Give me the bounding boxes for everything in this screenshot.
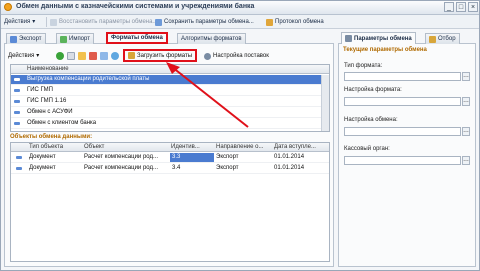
app-icon xyxy=(4,3,12,11)
col-header-object: Объект xyxy=(84,144,105,150)
object-type-cell: Документ xyxy=(29,165,56,171)
tab-exchange-params-label: Параметры обмена xyxy=(354,35,412,42)
save-icon xyxy=(155,18,162,26)
filter-icon[interactable] xyxy=(100,52,108,60)
filter-icon xyxy=(429,35,436,43)
object-type-cell: Документ xyxy=(29,154,56,160)
refresh-icon[interactable] xyxy=(111,52,119,60)
tab-export-label: Экспорт xyxy=(19,36,42,42)
object-name-cell: Расчет компенсации род... xyxy=(84,154,158,160)
formats-scrollbar[interactable] xyxy=(321,75,329,131)
tab-formats-label: Форматы обмена xyxy=(111,35,163,41)
left-actions-label: Действия xyxy=(8,53,35,59)
col-header-type: Тип объекта xyxy=(29,144,64,150)
object-id-cell: 3.4 xyxy=(172,165,181,171)
format-type-select-button[interactable]: … xyxy=(462,72,470,81)
toolbar-separator xyxy=(46,17,47,27)
tab-algorithms-label: Алгоритмы форматов xyxy=(181,36,242,42)
format-setting-select-button[interactable]: … xyxy=(462,97,470,106)
tab-export[interactable]: Экспорт xyxy=(6,33,46,44)
current-params-title: Текущие параметры обмена xyxy=(343,47,427,53)
chevron-down-icon: ▾ xyxy=(32,19,36,25)
restore-params-label: Восстановить параметры обмена... xyxy=(59,19,158,25)
protocol-button[interactable]: Протокол обмена xyxy=(266,17,324,27)
export-icon xyxy=(10,35,17,43)
load-icon xyxy=(128,52,135,59)
import-icon xyxy=(60,35,67,43)
tab-filter[interactable]: Отбор xyxy=(425,33,460,44)
cash-authority-select-button[interactable]: … xyxy=(462,156,470,165)
save-params-label: Сохранить параметры обмена... xyxy=(164,19,254,25)
cash-authority-field[interactable] xyxy=(344,156,461,165)
restore-icon xyxy=(50,18,57,26)
objects-grid-header: Тип объекта Объект Идентив... Направлени… xyxy=(11,143,329,152)
row-icon xyxy=(14,89,20,92)
close-button[interactable]: × xyxy=(468,2,478,12)
object-date-cell: 01.01.2014 xyxy=(274,154,305,160)
tab-exchange-params[interactable]: Параметры обмена xyxy=(341,32,416,44)
format-row-label: ГИС ГМП 1.16 xyxy=(27,98,67,104)
add-icon[interactable] xyxy=(56,52,64,60)
col-header-direction: Направление о... xyxy=(216,144,264,150)
exchange-setting-field[interactable] xyxy=(344,127,461,136)
object-direction-cell: Экспорт xyxy=(216,165,239,171)
window-title: Обмен данными с казначейскими системами … xyxy=(16,3,255,10)
object-date-cell: 01.01.2014 xyxy=(274,165,305,171)
object-row[interactable]: Документ Расчет компенсации род... 3.4 Э… xyxy=(11,164,329,174)
exchange-setting-label: Настройка обмена: xyxy=(344,117,398,123)
row-icon xyxy=(14,111,20,114)
annotation-arrow xyxy=(166,62,249,128)
format-row-label: ГИС ГМП xyxy=(27,87,53,93)
actions-menu[interactable]: Действия ▾ xyxy=(4,17,35,27)
protocol-label: Протокол обмена xyxy=(275,19,324,25)
delete-icon[interactable] xyxy=(89,52,97,60)
document-icon xyxy=(16,167,22,170)
exchange-setting-select-button[interactable]: … xyxy=(462,127,470,136)
format-type-field[interactable] xyxy=(344,72,461,81)
copy-icon[interactable] xyxy=(67,52,75,60)
chevron-down-icon: ▾ xyxy=(36,53,40,59)
row-icon xyxy=(14,122,20,125)
document-icon xyxy=(16,156,22,159)
left-actions-menu[interactable]: Действия ▾ xyxy=(8,50,39,62)
minimize-button[interactable]: _ xyxy=(444,2,454,12)
protocol-icon xyxy=(266,18,273,26)
format-setting-field[interactable] xyxy=(344,97,461,106)
format-setting-label: Настройка формата: xyxy=(344,87,402,93)
edit-icon[interactable] xyxy=(78,52,86,60)
restore-params-button[interactable]: Восстановить параметры обмена... xyxy=(50,17,157,27)
save-params-button[interactable]: Сохранить параметры обмена... xyxy=(155,17,254,27)
tab-filter-label: Отбор xyxy=(438,36,456,42)
tab-formats[interactable]: Форматы обмена xyxy=(106,32,168,44)
object-id-cell: 3.3 xyxy=(170,153,214,162)
col-header-id: Идентив... xyxy=(171,144,200,150)
col-header-date: Дата вступле... xyxy=(274,144,316,150)
format-row-label: Обмен с АСУФИ xyxy=(27,109,73,115)
format-row-label: Выгрузка компенсации родительской платы xyxy=(27,76,150,82)
cash-authority-label: Кассовый орган: xyxy=(344,146,390,152)
object-row[interactable]: Документ Расчет компенсации род... 3.3 Э… xyxy=(11,153,329,163)
row-icon xyxy=(14,78,20,81)
row-icon xyxy=(14,100,20,103)
actions-label: Действия xyxy=(4,19,31,25)
object-direction-cell: Экспорт xyxy=(216,154,239,160)
object-name-cell: Расчет компенсации род... xyxy=(84,165,158,171)
format-type-label: Тип формата: xyxy=(344,63,383,69)
tab-algorithms[interactable]: Алгоритмы форматов xyxy=(177,33,246,44)
params-icon xyxy=(345,35,352,42)
tab-import-label: Импорт xyxy=(69,36,90,42)
objects-section-title: Объекты обмена данными: xyxy=(10,134,93,140)
maximize-button[interactable]: □ xyxy=(456,2,466,12)
tab-import[interactable]: Импорт xyxy=(56,33,94,44)
format-row-label: Обмен с клиентом банка xyxy=(27,120,97,126)
